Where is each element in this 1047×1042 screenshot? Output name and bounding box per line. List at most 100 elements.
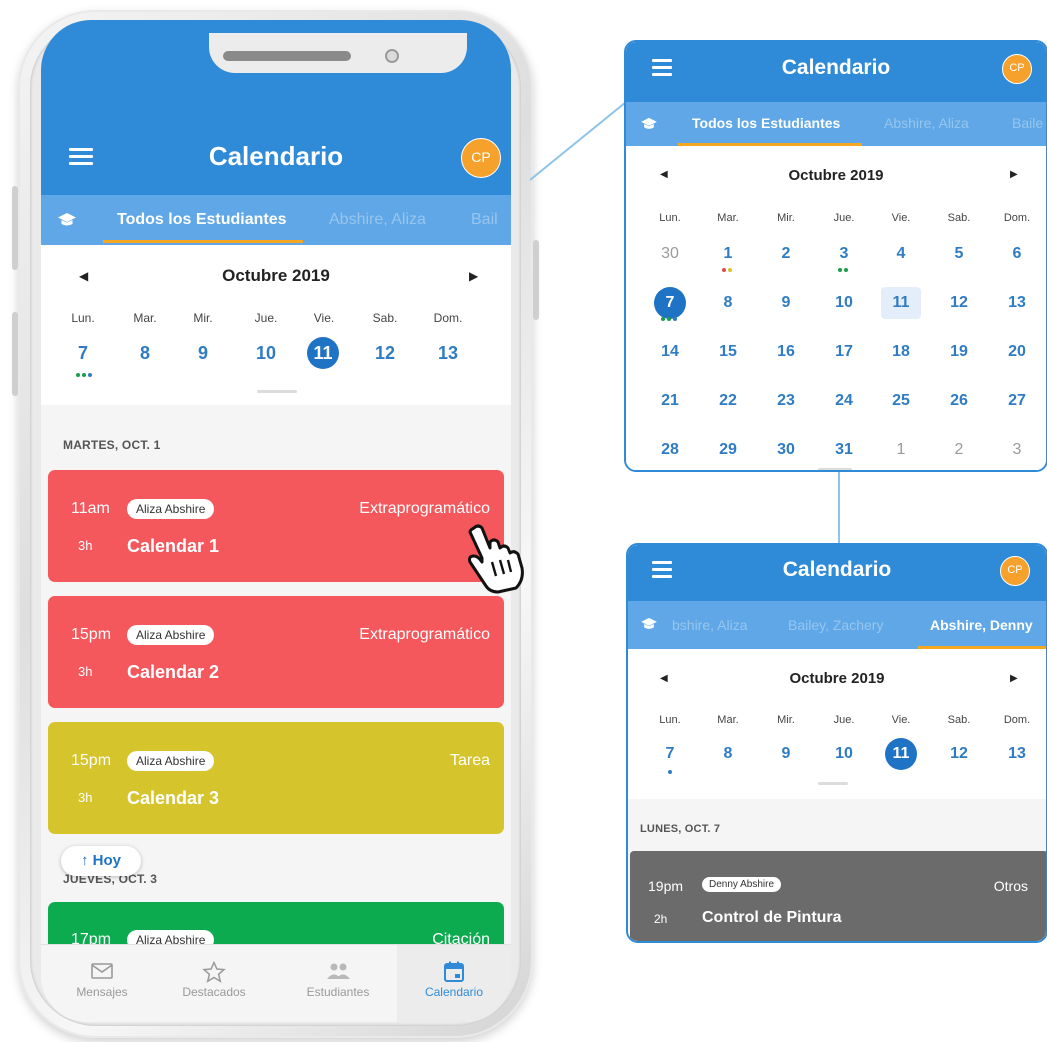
tab-abshire-denny[interactable]: Abshire, Denny [930,617,1033,633]
weekday-label: Mir. [777,714,795,726]
tab-abshire-aliza[interactable]: bshire, Aliza [672,617,747,633]
calendar-day[interactable]: 10 [246,337,286,369]
calendar-day[interactable]: 8 [708,738,748,770]
calendar-day[interactable]: 9 [766,287,806,319]
calendar-day[interactable]: 1 [708,238,748,270]
event-card[interactable]: 11am Aliza Abshire Extraprogramático 3h … [48,470,504,582]
calendar-day[interactable]: 30 [766,434,806,466]
calendar-day[interactable]: 16 [766,336,806,368]
nav-destacados[interactable]: Destacados [159,945,269,1022]
event-card[interactable]: 15pm Aliza Abshire Extraprogramático 3h … [48,596,504,708]
calendar-day[interactable]: 3 [997,434,1037,466]
calendar-day[interactable]: 25 [881,385,921,417]
nav-mensajes[interactable]: Mensajes [47,945,157,1022]
calendar-day[interactable]: 21 [650,385,690,417]
next-month-arrow[interactable]: ▶ [469,269,478,283]
tab-todos[interactable]: Todos los Estudiantes [692,115,840,131]
calendar-day[interactable]: 26 [939,385,979,417]
student-tabs: bshire, Aliza Bailey, Zachery Abshire, D… [628,601,1046,649]
calendar-day[interactable]: 10 [824,287,864,319]
calendar-day[interactable]: 9 [183,337,223,369]
bottom-nav: Mensajes Destacados Estudiantes Calendar… [41,944,511,1022]
month-calendar-panel: Calendario CP Todos los Estudiantes Absh… [624,40,1047,472]
calendar-day-selected[interactable]: 11 [885,738,917,770]
calendar-day[interactable]: 23 [766,385,806,417]
calendar-day[interactable]: 13 [428,337,468,369]
month-calendar: ◀ Octubre 2019 ▶ Lun. Mar. Mir. Jue. Vie. Sab… [626,146,1046,470]
tab-bailey[interactable]: Bail [471,211,498,229]
event-dots [661,317,677,321]
tab-todos[interactable]: Todos los Estudiantes [117,211,287,229]
next-month-arrow[interactable]: ▶ [1010,169,1018,180]
calendar-day[interactable]: 7 [650,738,690,770]
calendar-day[interactable]: 9 [766,738,806,770]
tab-bailey-zachery[interactable]: Bailey, Zachery [788,617,883,633]
event-dots [76,373,92,377]
calendar-day[interactable]: 30 [650,238,690,270]
calendar-day[interactable]: 8 [125,337,165,369]
student-pill: Aliza Abshire [127,499,215,519]
avatar[interactable]: CP [1002,54,1032,84]
calendar-day[interactable]: 12 [939,738,979,770]
calendar-day[interactable]: 2 [766,238,806,270]
calendar-day[interactable]: 13 [997,738,1037,770]
phone-side-button [12,312,18,396]
calendar-day[interactable]: 10 [824,738,864,770]
avatar[interactable]: CP [461,138,501,178]
event-card[interactable]: 19pm Denny Abshire Otros 2h Control de P… [630,851,1046,941]
calendar-day[interactable]: 19 [939,336,979,368]
tab-abshire-aliza[interactable]: Abshire, Aliza [329,211,426,229]
student-pill: Aliza Abshire [127,625,215,645]
tab-bailey[interactable]: Baile [1012,115,1043,131]
page-title: Calendario [208,141,344,171]
drag-handle[interactable] [257,390,297,393]
calendar-day[interactable]: 31 [824,434,864,466]
drag-handle[interactable] [818,782,848,785]
weekday-label: Lun. [659,714,681,726]
event-name: Calendar 2 [127,662,220,682]
nav-estudiantes[interactable]: Estudiantes [283,945,393,1022]
tab-abshire-aliza[interactable]: Abshire, Aliza [884,115,969,131]
calendar-day[interactable]: 29 [708,434,748,466]
weekday-label: Sab. [372,311,398,325]
calendar-day[interactable]: 22 [708,385,748,417]
event-duration: 3h [78,538,93,553]
nav-calendario[interactable]: Calendario [397,945,511,1022]
app-bar: Calendario CP [628,545,1046,601]
drag-handle[interactable] [818,468,852,470]
calendar-day[interactable]: 27 [997,385,1037,417]
calendar-day[interactable]: 4 [881,238,921,270]
avatar[interactable]: CP [1000,556,1030,586]
calendar-day-selected[interactable]: 11 [307,337,339,369]
event-card[interactable]: 15pm Aliza Abshire Tarea 3h Calendar 3 [48,722,504,834]
event-category: Extraprogramático [359,626,490,643]
calendar-day[interactable]: 2 [939,434,979,466]
calendar-day[interactable]: 15 [708,336,748,368]
calendar-day[interactable]: 13 [997,287,1037,319]
calendar-day[interactable]: 3 [824,238,864,270]
calendar-day[interactable]: 20 [997,336,1037,368]
calendar-day[interactable]: 24 [824,385,864,417]
weekday-label: Vie. [891,714,911,726]
calendar-day[interactable]: 28 [650,434,690,466]
calendar-day[interactable]: 7 [63,337,103,369]
agenda-area: LUNES, OCT. 7 19pm Denny Abshire Otros 2… [628,799,1046,941]
page-title: Calendario [781,56,891,79]
weekday-label: Lun. [71,311,95,325]
today-button[interactable]: ↑ Hoy [61,846,141,876]
calendar-day[interactable]: 14 [650,336,690,368]
calendar-day[interactable]: 1 [881,434,921,466]
weekday-label: Mar. [717,212,739,224]
mail-icon [47,961,157,985]
calendar-day[interactable]: 17 [824,336,864,368]
next-month-arrow[interactable]: ▶ [1010,673,1018,684]
calendar-day[interactable]: 5 [939,238,979,270]
calendar-day[interactable]: 12 [939,287,979,319]
calendar-day[interactable]: 18 [881,336,921,368]
calendar-day[interactable]: 6 [997,238,1037,270]
calendar-day[interactable]: 12 [365,337,405,369]
date-header: MARTES, OCT. 1 [63,438,161,452]
calendar-day[interactable]: 8 [708,287,748,319]
calendar-day-today[interactable]: 11 [881,287,921,319]
calendar-day-selected[interactable]: 7 [654,287,686,319]
